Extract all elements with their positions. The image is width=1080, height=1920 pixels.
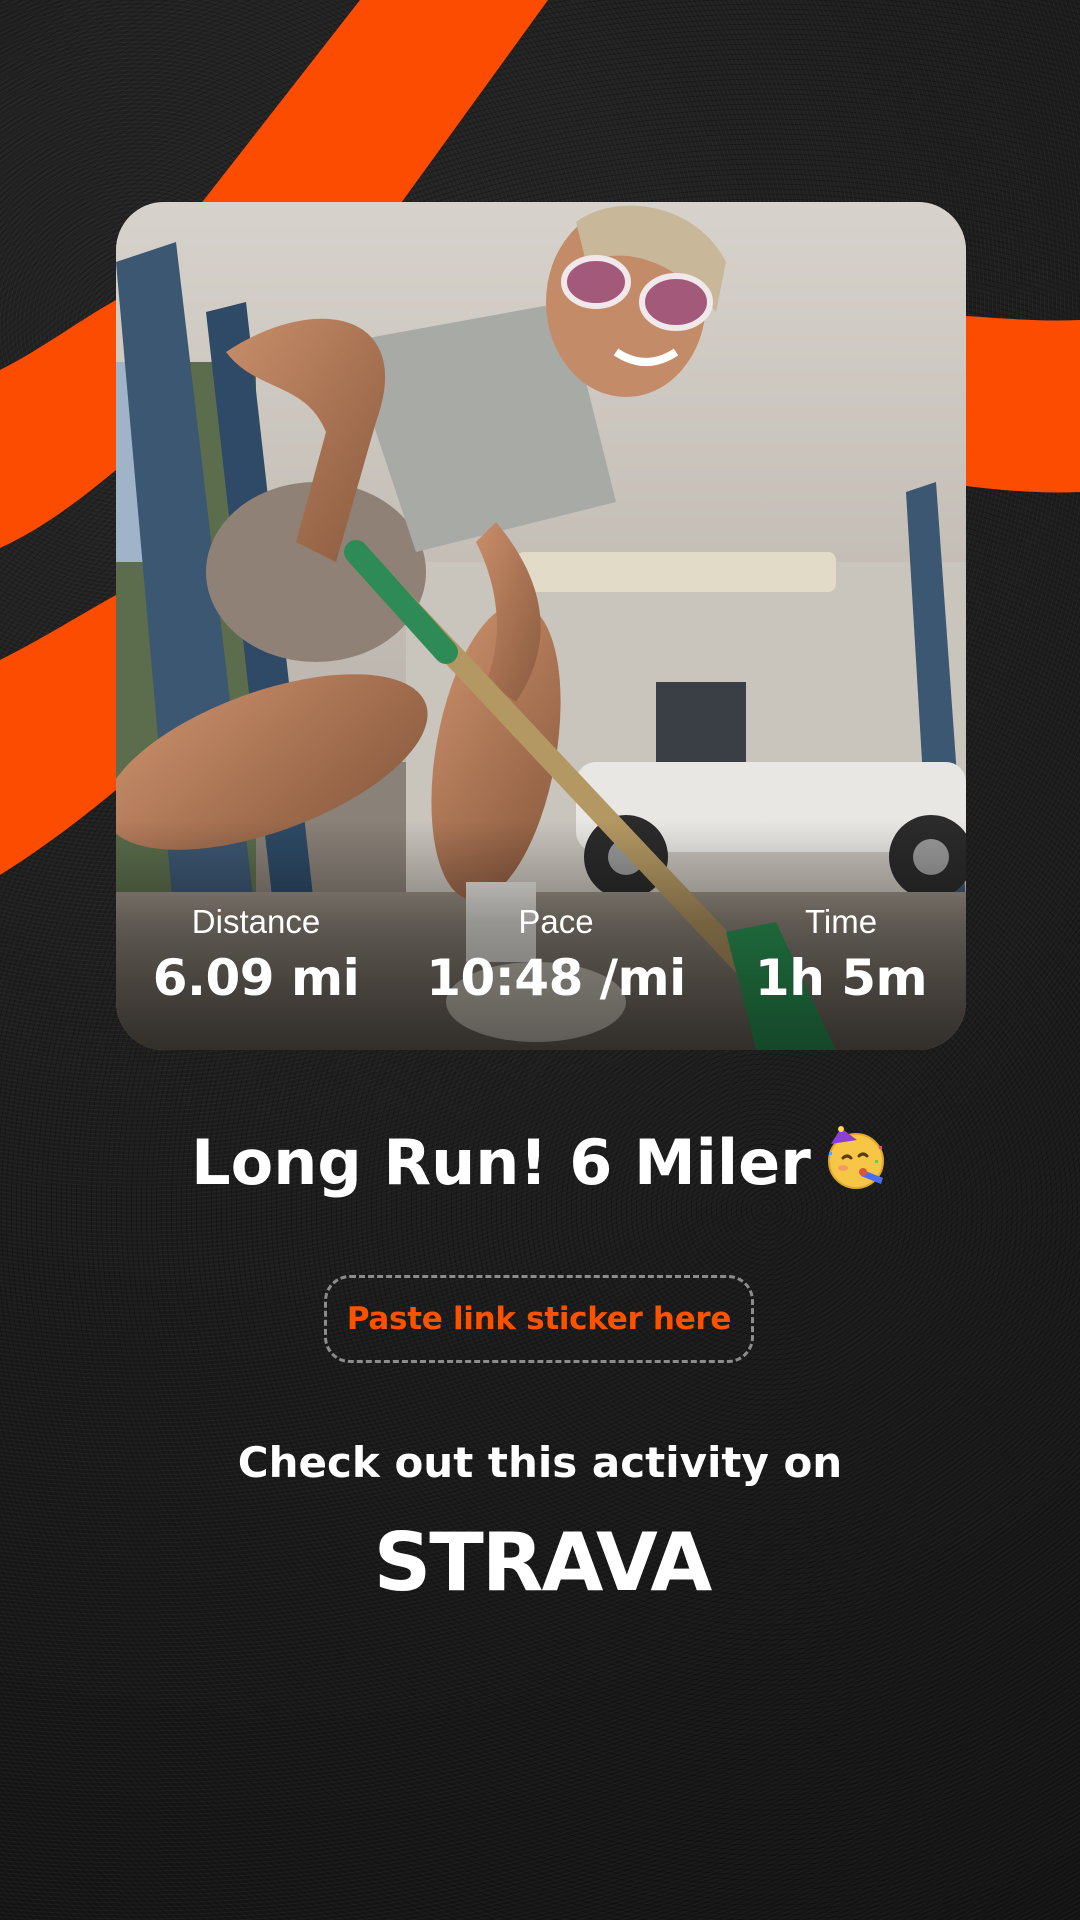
stat-time: Time 1h 5m — [716, 902, 966, 1010]
svg-text:STRAVA: STRAVA — [374, 1522, 713, 1596]
strava-logo: STRAVA — [374, 1522, 715, 1596]
stat-pace-value: 10:48 /mi — [426, 949, 686, 1007]
activity-stats: Distance 6.09 mi Pace 10:48 /mi Time 1h … — [116, 902, 966, 1012]
share-card-canvas: Distance 6.09 mi Pace 10:48 /mi Time 1h … — [0, 0, 1080, 1920]
stat-pace-label: Pace — [518, 903, 594, 940]
cta-text: Check out this activity on — [237, 1438, 843, 1487]
stat-distance-value: 6.09 mi — [152, 949, 360, 1007]
stripe-left-upper — [0, 300, 116, 548]
stripe-top — [196, 0, 548, 210]
stat-pace: Pace 10:48 /mi — [406, 902, 706, 1010]
stripe-right — [966, 316, 1080, 493]
activity-title-text: Long Run! 6 Miler — [191, 1126, 811, 1199]
partying-face-icon — [827, 1126, 884, 1189]
stat-distance: Distance 6.09 mi — [126, 902, 386, 1010]
stripe-left-lower — [0, 595, 116, 875]
stat-distance-label: Distance — [191, 903, 321, 940]
stat-time-label: Time — [804, 903, 878, 940]
link-sticker-placeholder[interactable]: Paste link sticker here — [324, 1275, 754, 1363]
activity-photo: Distance 6.09 mi Pace 10:48 /mi Time 1h … — [116, 202, 966, 1050]
stat-time-value: 1h 5m — [754, 949, 928, 1007]
link-sticker-label: Paste link sticker here — [346, 1301, 732, 1337]
activity-title: Long Run! 6 Miler — [0, 1125, 1080, 1201]
